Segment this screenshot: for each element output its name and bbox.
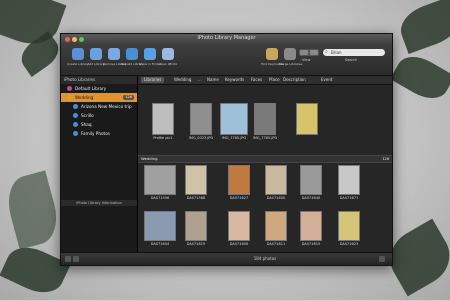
tab-faces[interactable]: Faces <box>248 77 265 83</box>
library-icon <box>73 113 78 118</box>
search-value: Brian <box>331 50 342 55</box>
sidebar-item-label: Arizona New Mexico trip <box>81 104 132 109</box>
photo-label: DAS71600 <box>229 242 249 246</box>
tab-bar: Libraries Wedding... Name Keywords Faces Plac… <box>138 76 392 85</box>
window-title: iPhoto Library Manager <box>197 35 256 41</box>
sidebar: iPhoto Libraries Default Library Wedding 1… <box>61 76 138 252</box>
library-add-icon: library-add-icon <box>72 48 84 60</box>
photo-label: IMG_7765.JPG <box>252 136 278 140</box>
photo-browser: Wedding 126 Profile pic1 IMG_0023.JPG IMG_… <box>138 85 392 265</box>
photo-thumbnail[interactable] <box>300 165 322 195</box>
duplicates-icon: duplicates-icon <box>266 48 278 60</box>
finder-icon: finder-icon <box>144 48 156 60</box>
sidebar-item-shaq[interactable]: Shaq <box>61 120 137 129</box>
sidebar-item-arizona-new-mexico-trip[interactable]: Arizona New Mexico trip <box>61 102 137 111</box>
sidebar-item-label: Scrillo <box>81 113 94 118</box>
view-segmented-control[interactable] <box>299 49 319 56</box>
photo-thumbnail[interactable] <box>338 211 360 241</box>
rebuild-icon: rebuild-icon <box>126 48 138 60</box>
sidebar-header: iPhoto Libraries <box>61 76 137 84</box>
photo-label: IMG_0023.JPG <box>188 136 214 140</box>
sidebar-item-label: Wedding <box>75 95 94 100</box>
search-label: Search <box>345 58 358 62</box>
group-name: Wedding <box>141 156 158 161</box>
photo-thumbnail[interactable] <box>265 211 287 241</box>
sidebar-item-label: Shaq <box>81 122 92 127</box>
group-count: 126 <box>382 157 389 161</box>
library-plus-icon: library-plus-icon <box>90 48 102 60</box>
view-label: View <box>302 58 311 62</box>
library-icon <box>73 104 78 109</box>
photo-thumbnail[interactable] <box>300 211 322 241</box>
photo-label: DAS71640 <box>301 196 321 200</box>
merge-icon: merge-icon <box>284 48 296 60</box>
sidebar-item-label: Family Photos <box>81 131 110 136</box>
library-icon <box>67 86 72 91</box>
tab-description[interactable]: Description <box>280 77 309 83</box>
library-info-header: iPhoto Library Information <box>61 200 137 206</box>
library-icon <box>73 131 78 136</box>
photo-thumbnail[interactable] <box>185 211 207 241</box>
library-count-badge: 126 <box>123 95 134 100</box>
photo-thumbnail[interactable] <box>152 103 174 135</box>
toolbar: View ⌕ Brian Search library-add-iconCrea… <box>61 45 392 76</box>
photo-thumbnail[interactable] <box>228 211 250 241</box>
library-remove-icon: library-remove-icon <box>108 48 120 60</box>
iphoto-icon: iphoto-icon <box>162 48 174 60</box>
search-field[interactable]: ⌕ Brian <box>323 49 385 56</box>
photo-thumbnail[interactable] <box>190 103 212 135</box>
gear-icon[interactable] <box>73 256 79 262</box>
photo-label: DAS71615 <box>301 242 321 246</box>
photo-label: DAS71568 <box>186 196 206 200</box>
library-icon <box>73 122 78 127</box>
library-icon <box>67 95 72 100</box>
toolbar-button-label: Merge Libraries <box>279 62 303 66</box>
photo-thumbnail[interactable] <box>338 165 360 195</box>
view-grid-icon[interactable] <box>300 50 308 55</box>
photo-label: Profile pic1 <box>153 136 173 140</box>
photo-label: DAS71611 <box>266 242 286 246</box>
sidebar-item-scrillo[interactable]: Scrillo <box>61 111 137 120</box>
tab-wedding[interactable]: Wedding <box>171 77 194 83</box>
photo-thumbnail[interactable] <box>144 211 176 241</box>
toolbar-button-5[interactable]: iphoto-icon Open iPhoto <box>157 48 179 72</box>
photo-label: DAS71556 <box>150 196 170 200</box>
photo-count: 184 photos <box>253 256 277 261</box>
toolbar-button-label: Open iPhoto <box>158 62 178 66</box>
photo-thumbnail[interactable] <box>228 165 250 195</box>
tab-libraries[interactable]: Libraries <box>141 77 165 83</box>
photo-label: DAS71627 <box>229 196 249 200</box>
zoom-slider-icon[interactable] <box>379 256 385 262</box>
sidebar-item-family-photos[interactable]: Family Photos <box>61 129 137 138</box>
photo-label: IMG_7765.JPG <box>221 136 247 140</box>
tab-event[interactable]: Event <box>318 77 335 83</box>
tab-name[interactable]: Name <box>204 77 222 83</box>
photo-label: DAS71623 <box>339 242 359 246</box>
photo-label: DAS71604 <box>150 242 170 246</box>
add-button[interactable] <box>65 256 71 262</box>
tab-keywords[interactable]: Keywords <box>222 77 247 83</box>
sidebar-item-wedding[interactable]: Wedding 126 <box>61 93 137 102</box>
photo-thumbnail[interactable] <box>265 165 287 195</box>
sidebar-item-label: Default Library <box>75 86 107 91</box>
photo-label: DAS71619 <box>186 242 206 246</box>
photo-thumbnail[interactable] <box>254 103 276 135</box>
view-list-icon[interactable] <box>310 50 318 55</box>
toolbar-button-7[interactable]: merge-icon Merge Libraries <box>279 48 303 72</box>
photo-thumbnail[interactable] <box>144 165 176 195</box>
photo-thumbnail[interactable] <box>296 103 318 135</box>
photo-thumbnail[interactable] <box>185 165 207 195</box>
search-icon: ⌕ <box>325 49 328 55</box>
photo-label: DAS71671 <box>339 196 359 200</box>
photo-label: DAS71600 <box>266 196 286 200</box>
sidebar-item-default-library[interactable]: Default Library <box>61 84 137 93</box>
status-bar: 184 photos <box>61 252 392 265</box>
photo-thumbnail[interactable] <box>220 103 248 135</box>
group-header: Wedding 126 <box>138 155 392 163</box>
app-window: iPhoto Library Manager View ⌕ Brian Sear… <box>60 33 393 266</box>
